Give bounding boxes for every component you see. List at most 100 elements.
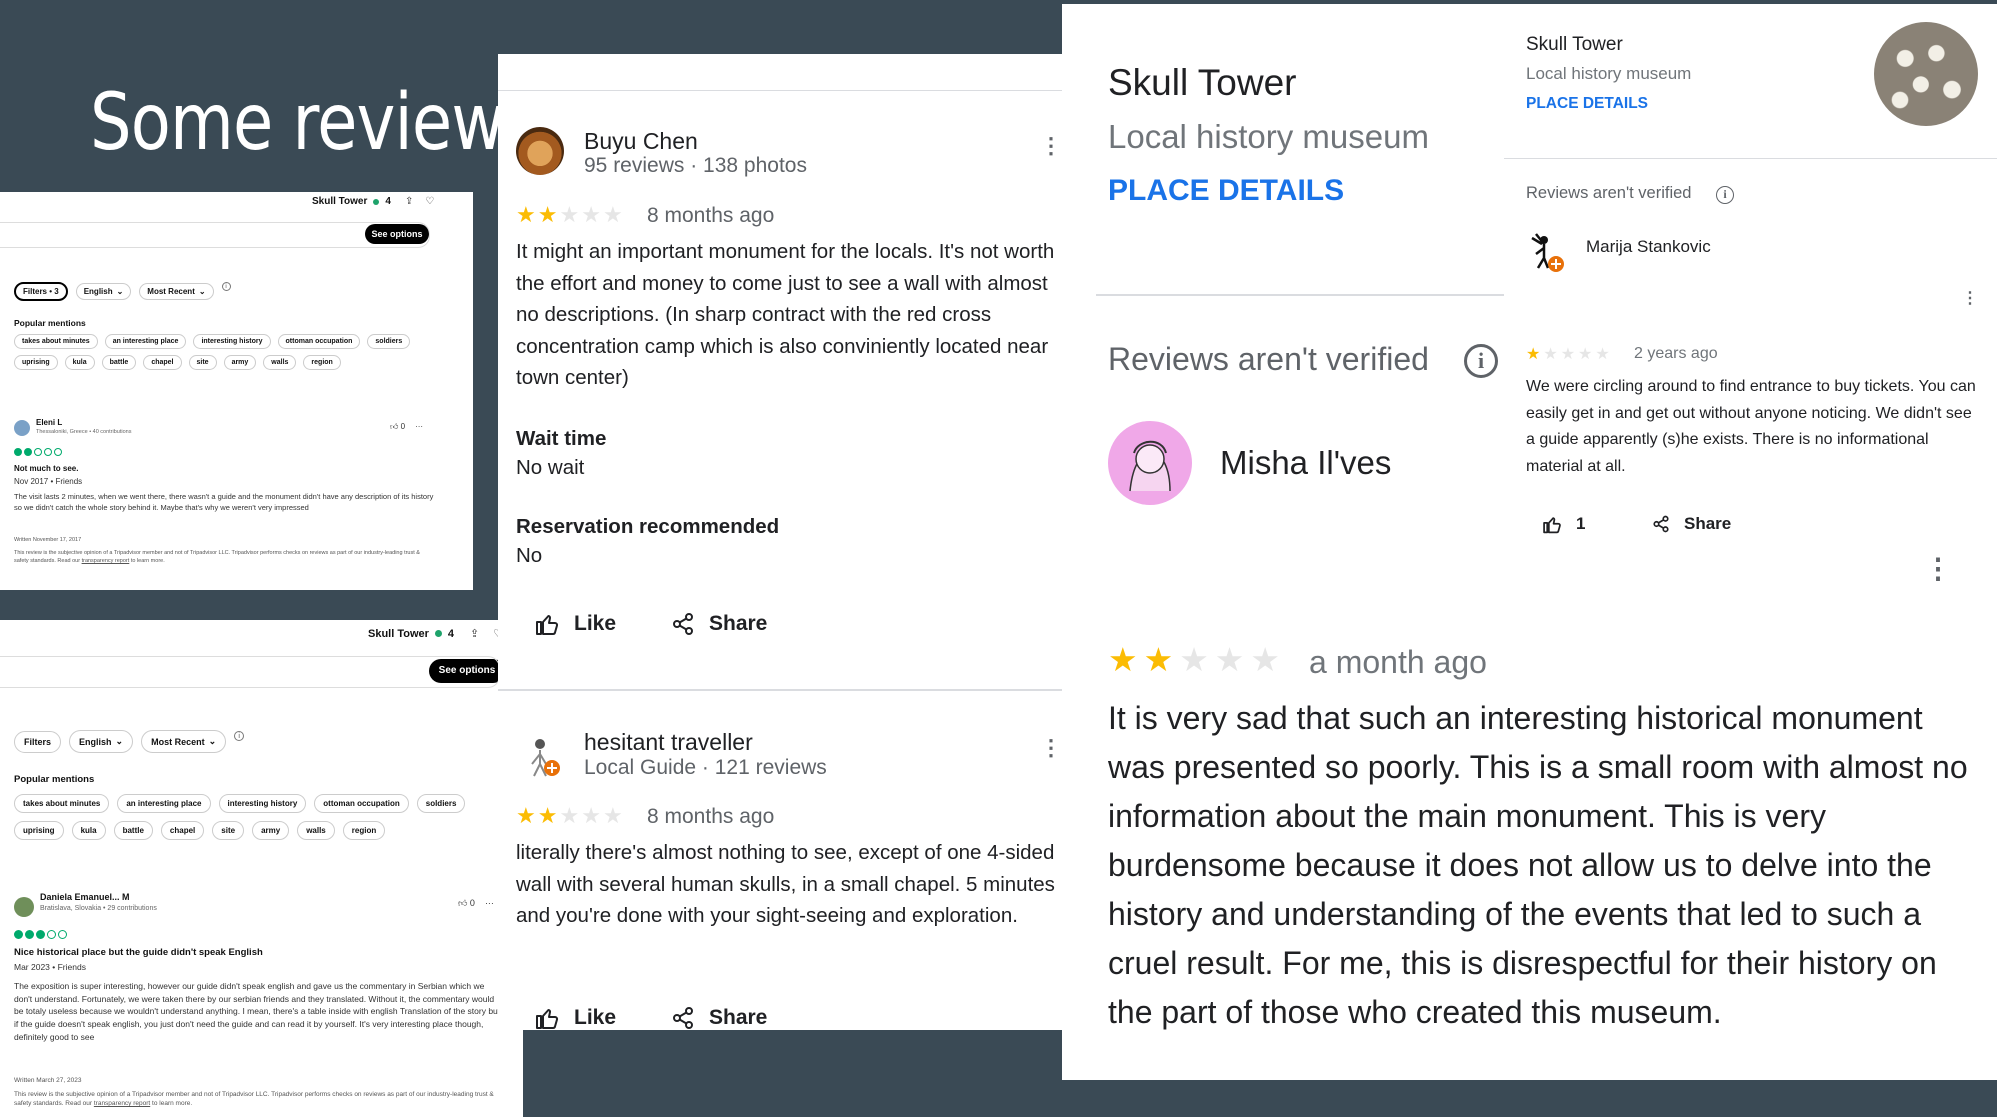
- language-chip[interactable]: English ⌄: [75, 283, 132, 300]
- info-icon[interactable]: i: [234, 730, 245, 741]
- place-details-link[interactable]: PLACE DETAILS: [1526, 95, 1648, 113]
- review-time: 2 years ago: [1634, 345, 1718, 362]
- like-label: Like: [574, 612, 617, 635]
- mention-chip[interactable]: kula: [64, 355, 95, 370]
- reviewer-name[interactable]: Buyu Chen: [584, 128, 698, 155]
- share-button[interactable]: Share: [1652, 514, 1731, 534]
- thumb-up-icon: [1543, 516, 1561, 533]
- mention-chip[interactable]: army: [223, 355, 257, 370]
- filter-bar: Filters English ⌄ Most Recent ⌄ i: [14, 730, 245, 753]
- mention-chip[interactable]: takes about minutes: [14, 794, 110, 813]
- sort-chip[interactable]: Most Recent ⌄: [141, 730, 227, 753]
- disclaimer-text: This review is the subjective opinion of…: [14, 550, 420, 564]
- disclaimer: This review is the subjective opinion of…: [14, 1090, 504, 1108]
- info-icon[interactable]: i: [1464, 344, 1498, 378]
- like-button[interactable]: Like: [534, 612, 616, 636]
- share-icon: [673, 613, 693, 635]
- mention-chip[interactable]: an interesting place: [104, 334, 187, 349]
- mention-chip[interactable]: interesting history: [193, 334, 271, 349]
- reviewer-name[interactable]: hesitant traveller: [584, 729, 753, 756]
- more-horiz-icon[interactable]: ···: [485, 898, 494, 908]
- reviewer-name[interactable]: Daniela Emanuel... M: [40, 892, 130, 902]
- avatar: [516, 127, 564, 175]
- mention-chip[interactable]: battle: [101, 355, 137, 370]
- share-button[interactable]: Share: [671, 612, 767, 636]
- language-chip[interactable]: English ⌄: [69, 730, 134, 753]
- bubble-filled: [25, 930, 34, 939]
- like-count: 0: [469, 898, 475, 908]
- mention-chip[interactable]: region: [342, 821, 386, 840]
- share-button[interactable]: Share: [671, 1006, 767, 1030]
- bubble-empty: [58, 930, 67, 939]
- helpful-votes[interactable]: 👍︎ 0 ···: [390, 422, 423, 432]
- review-date: Mar 2023 • Friends: [14, 962, 86, 972]
- mention-chip[interactable]: walls: [263, 355, 297, 370]
- search-bar[interactable]: [0, 222, 430, 248]
- place-name: Skull Tower: [312, 196, 368, 207]
- review-title[interactable]: Nice historical place but the guide didn…: [14, 947, 263, 958]
- language-label: English: [79, 736, 112, 747]
- divider: [498, 90, 1062, 91]
- info-icon[interactable]: i: [221, 282, 231, 291]
- mention-chip[interactable]: army: [252, 821, 290, 840]
- mention-chip[interactable]: takes about minutes: [14, 334, 98, 349]
- mention-chip[interactable]: an interesting place: [117, 794, 211, 813]
- transparency-link[interactable]: transparency report: [82, 558, 130, 564]
- share-icon: [673, 1007, 693, 1029]
- mention-chip[interactable]: interesting history: [218, 794, 307, 813]
- share-icon[interactable]: ⇪: [405, 196, 413, 207]
- transparency-link[interactable]: transparency report: [94, 1100, 150, 1107]
- mention-chip[interactable]: soldiers: [416, 794, 466, 813]
- mention-chip[interactable]: ottoman occupation: [277, 334, 361, 349]
- place-details-link[interactable]: PLACE DETAILS: [1108, 174, 1344, 208]
- mention-chip[interactable]: site: [212, 821, 245, 840]
- mention-chip[interactable]: soldiers: [367, 334, 411, 349]
- share-icon[interactable]: ⇪: [470, 627, 479, 640]
- slide-title: Some reviews: [90, 78, 538, 168]
- language-label: English: [83, 287, 113, 296]
- heart-icon[interactable]: ♡: [425, 196, 434, 207]
- review-title[interactable]: Not much to see.: [14, 464, 78, 473]
- more-vert-icon[interactable]: ⋮: [1040, 135, 1062, 157]
- mention-chip[interactable]: kula: [71, 821, 106, 840]
- bubble-filled: [14, 930, 23, 939]
- reviewer-name[interactable]: Misha Il'ves: [1220, 444, 1391, 482]
- mention-chip[interactable]: uprising: [14, 821, 64, 840]
- mention-chip[interactable]: site: [188, 355, 217, 370]
- more-vert-icon[interactable]: ⋮: [1040, 737, 1062, 759]
- reviewer-name[interactable]: Eleni L: [36, 418, 62, 427]
- like-button[interactable]: Like: [534, 1006, 616, 1030]
- mention-chip[interactable]: region: [303, 355, 341, 370]
- more-vert-icon[interactable]: ⋮: [1962, 291, 1978, 307]
- place-photo[interactable]: [1874, 22, 1978, 126]
- star-empty-icon: ★: [581, 202, 601, 227]
- star-empty-icon: ★: [1543, 346, 1558, 363]
- avatar: [516, 732, 564, 780]
- info-icon[interactable]: i: [1716, 186, 1734, 204]
- mention-chip[interactable]: walls: [297, 821, 335, 840]
- reviewer-name[interactable]: Marija Stankovic: [1586, 237, 1711, 257]
- local-guide-avatar: [531, 739, 560, 777]
- like-count: 1: [1576, 514, 1586, 533]
- place-name: Skull Tower: [368, 627, 429, 640]
- filters-chip[interactable]: Filters: [14, 730, 62, 753]
- bubble-rating: [14, 930, 67, 939]
- reservation-label: Reservation recommended: [516, 515, 780, 538]
- review-body: The exposition is super interesting, how…: [14, 981, 501, 1042]
- more-vert-icon[interactable]: ⋮: [1924, 555, 1952, 583]
- mention-chip[interactable]: battle: [113, 821, 153, 840]
- place-category: Local history museum: [1526, 64, 1692, 83]
- mention-chip[interactable]: chapel: [143, 355, 182, 370]
- sort-chip[interactable]: Most Recent ⌄: [139, 283, 214, 300]
- search-bar[interactable]: [0, 656, 500, 688]
- place-category: Local history museum: [1108, 118, 1429, 155]
- more-horiz-icon[interactable]: ···: [415, 422, 423, 431]
- filters-chip[interactable]: Filters • 3: [14, 282, 68, 301]
- header-place: Skull Tower 4 ⇪ ♡: [368, 627, 503, 641]
- tripadvisor-panel-2: Skull Tower 4 ⇪ ♡ See options Filters En…: [0, 620, 523, 1117]
- helpful-votes[interactable]: 👍︎ 0 ···: [458, 898, 494, 909]
- mention-chip[interactable]: chapel: [160, 821, 205, 840]
- like-button[interactable]: 1: [1542, 514, 1585, 534]
- mention-chip[interactable]: uprising: [14, 355, 58, 370]
- mention-chip[interactable]: ottoman occupation: [314, 794, 409, 813]
